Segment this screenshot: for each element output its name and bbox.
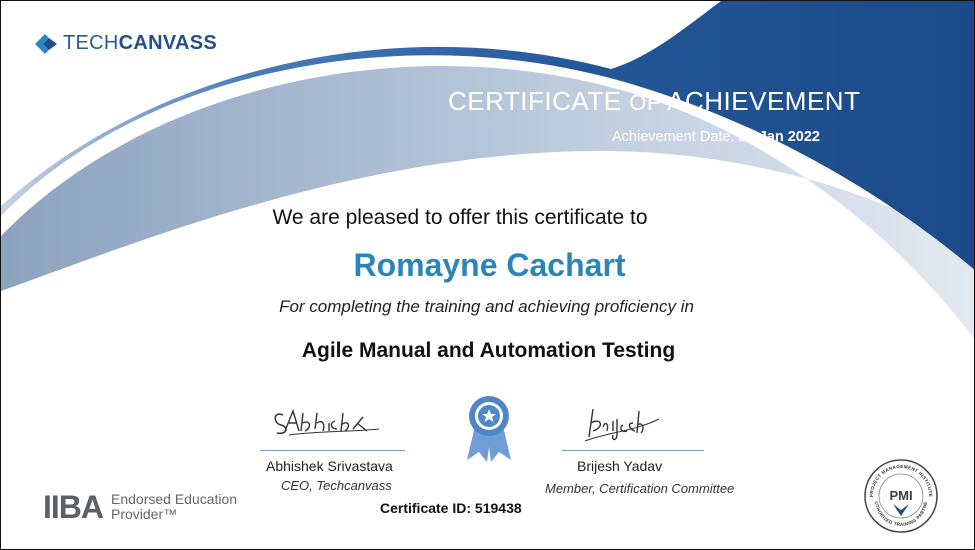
certificate-title: CERTIFICATE OF ACHIEVEMENT [448,86,860,117]
title-word-achievement: ACHIEVEMENT [667,86,861,116]
right-signer-name: Brijesh Yadav [577,458,663,474]
brand-name-part2: CANVASS [118,32,218,54]
achievement-date: Achievement Date: 24 Jan 2022 [612,129,820,145]
intro-text: We are pleased to offer this certificate… [1,206,921,230]
left-signer-name: Abhishek Srivastava [266,458,393,474]
right-signature-line [562,450,704,451]
course-name: Agile Manual and Automation Testing [1,339,974,363]
title-word-certificate: CERTIFICATE [448,86,622,116]
right-signature-image [584,408,660,442]
iiba-line1: Endorsed Education [111,491,238,507]
recipient-name-content: Romayne Cachart [353,247,626,283]
certificate-id-value: 519438 [474,500,522,516]
certificate: TECHCANVASS CERTIFICATE OF ACHIEVEMENT A… [0,0,975,550]
left-signer-role: CEO, Techcanvass [281,478,392,493]
recipient-name: Romayne Cachart [1,247,974,284]
pmi-seal: PROJECT MANAGEMENT INSTITUTE AUTHORIZED … [863,458,938,533]
completion-text-content: For completing the training and achievin… [279,297,694,316]
left-signature-image [274,408,380,436]
left-signature-line [260,450,405,451]
completion-text: For completing the training and achievin… [1,297,974,317]
course-name-content: Agile Manual and Automation Testing [301,339,676,362]
brand-name-part1: TECH [63,32,119,54]
date-label: Achievement Date: [612,129,735,145]
intro-text-content: We are pleased to offer this certificate… [272,206,648,229]
iiba-line2: Provider™ [111,506,178,522]
brand-name: TECHCANVASS [63,32,217,55]
date-value: 24 Jan 2022 [738,129,820,145]
iiba-badge: IIBA Endorsed Education Provider™ [43,491,237,523]
pmi-logo-text: PMI [889,488,912,503]
right-signer-role: Member, Certification Committee [545,481,735,496]
iiba-logo: IIBA [43,489,104,525]
award-ribbon-icon [467,396,511,462]
certificate-id: Certificate ID: 519438 [380,500,522,516]
brand-logo: TECHCANVASS [35,32,217,55]
title-word-of: OF [629,90,661,115]
techcanvass-logo-icon [35,33,57,54]
iiba-caption: Endorsed Education Provider™ [111,492,237,522]
certificate-id-label: Certificate ID: [380,500,472,516]
